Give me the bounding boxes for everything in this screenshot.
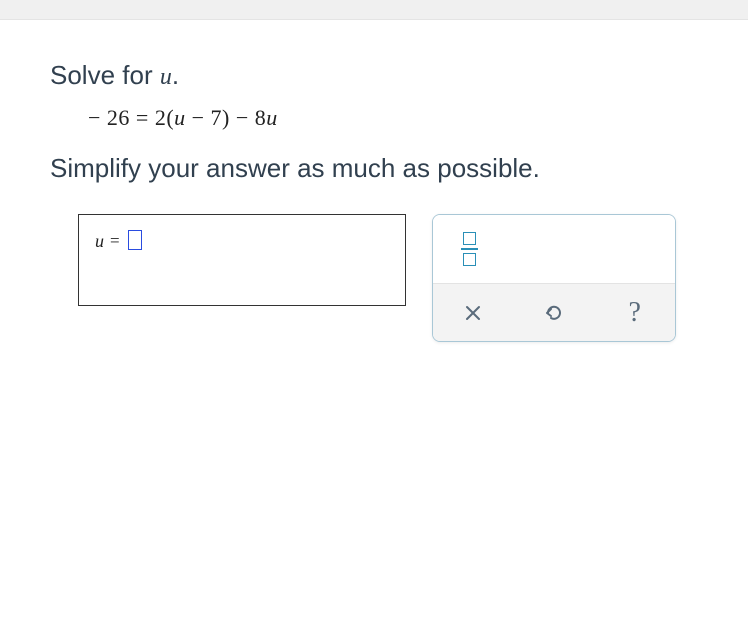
top-bar [0, 0, 748, 20]
prompt-trail: . [172, 60, 179, 90]
question-content: Solve for u. − 26 = 2(u − 7) − 8u Simpli… [0, 20, 748, 342]
fraction-numerator-icon [463, 232, 476, 245]
help-button[interactable]: ? [594, 284, 675, 341]
equation: − 26 = 2(u − 7) − 8u [50, 105, 698, 131]
prompt-line: Solve for u. [50, 60, 698, 91]
answer-variable: u [95, 229, 104, 253]
fraction-bar-icon [461, 248, 478, 250]
undo-icon [543, 302, 565, 324]
answer-input-box[interactable]: u = [78, 214, 406, 306]
keypad-toolbox: ? [432, 214, 676, 342]
prompt-lead: Solve for [50, 60, 160, 90]
instruction: Simplify your answer as much as possible… [50, 153, 698, 184]
equals-sign: = [110, 229, 120, 253]
fraction-denominator-icon [463, 253, 476, 266]
close-icon [463, 303, 483, 323]
undo-button[interactable] [514, 284, 595, 341]
work-row: u = [50, 214, 698, 342]
answer-placeholder-icon[interactable] [128, 230, 142, 250]
fraction-button[interactable] [451, 228, 487, 270]
keypad-bottom-row: ? [433, 283, 675, 341]
keypad-top-row [433, 215, 675, 283]
clear-button[interactable] [433, 284, 514, 341]
prompt-variable: u [160, 64, 172, 90]
help-icon: ? [628, 297, 640, 329]
